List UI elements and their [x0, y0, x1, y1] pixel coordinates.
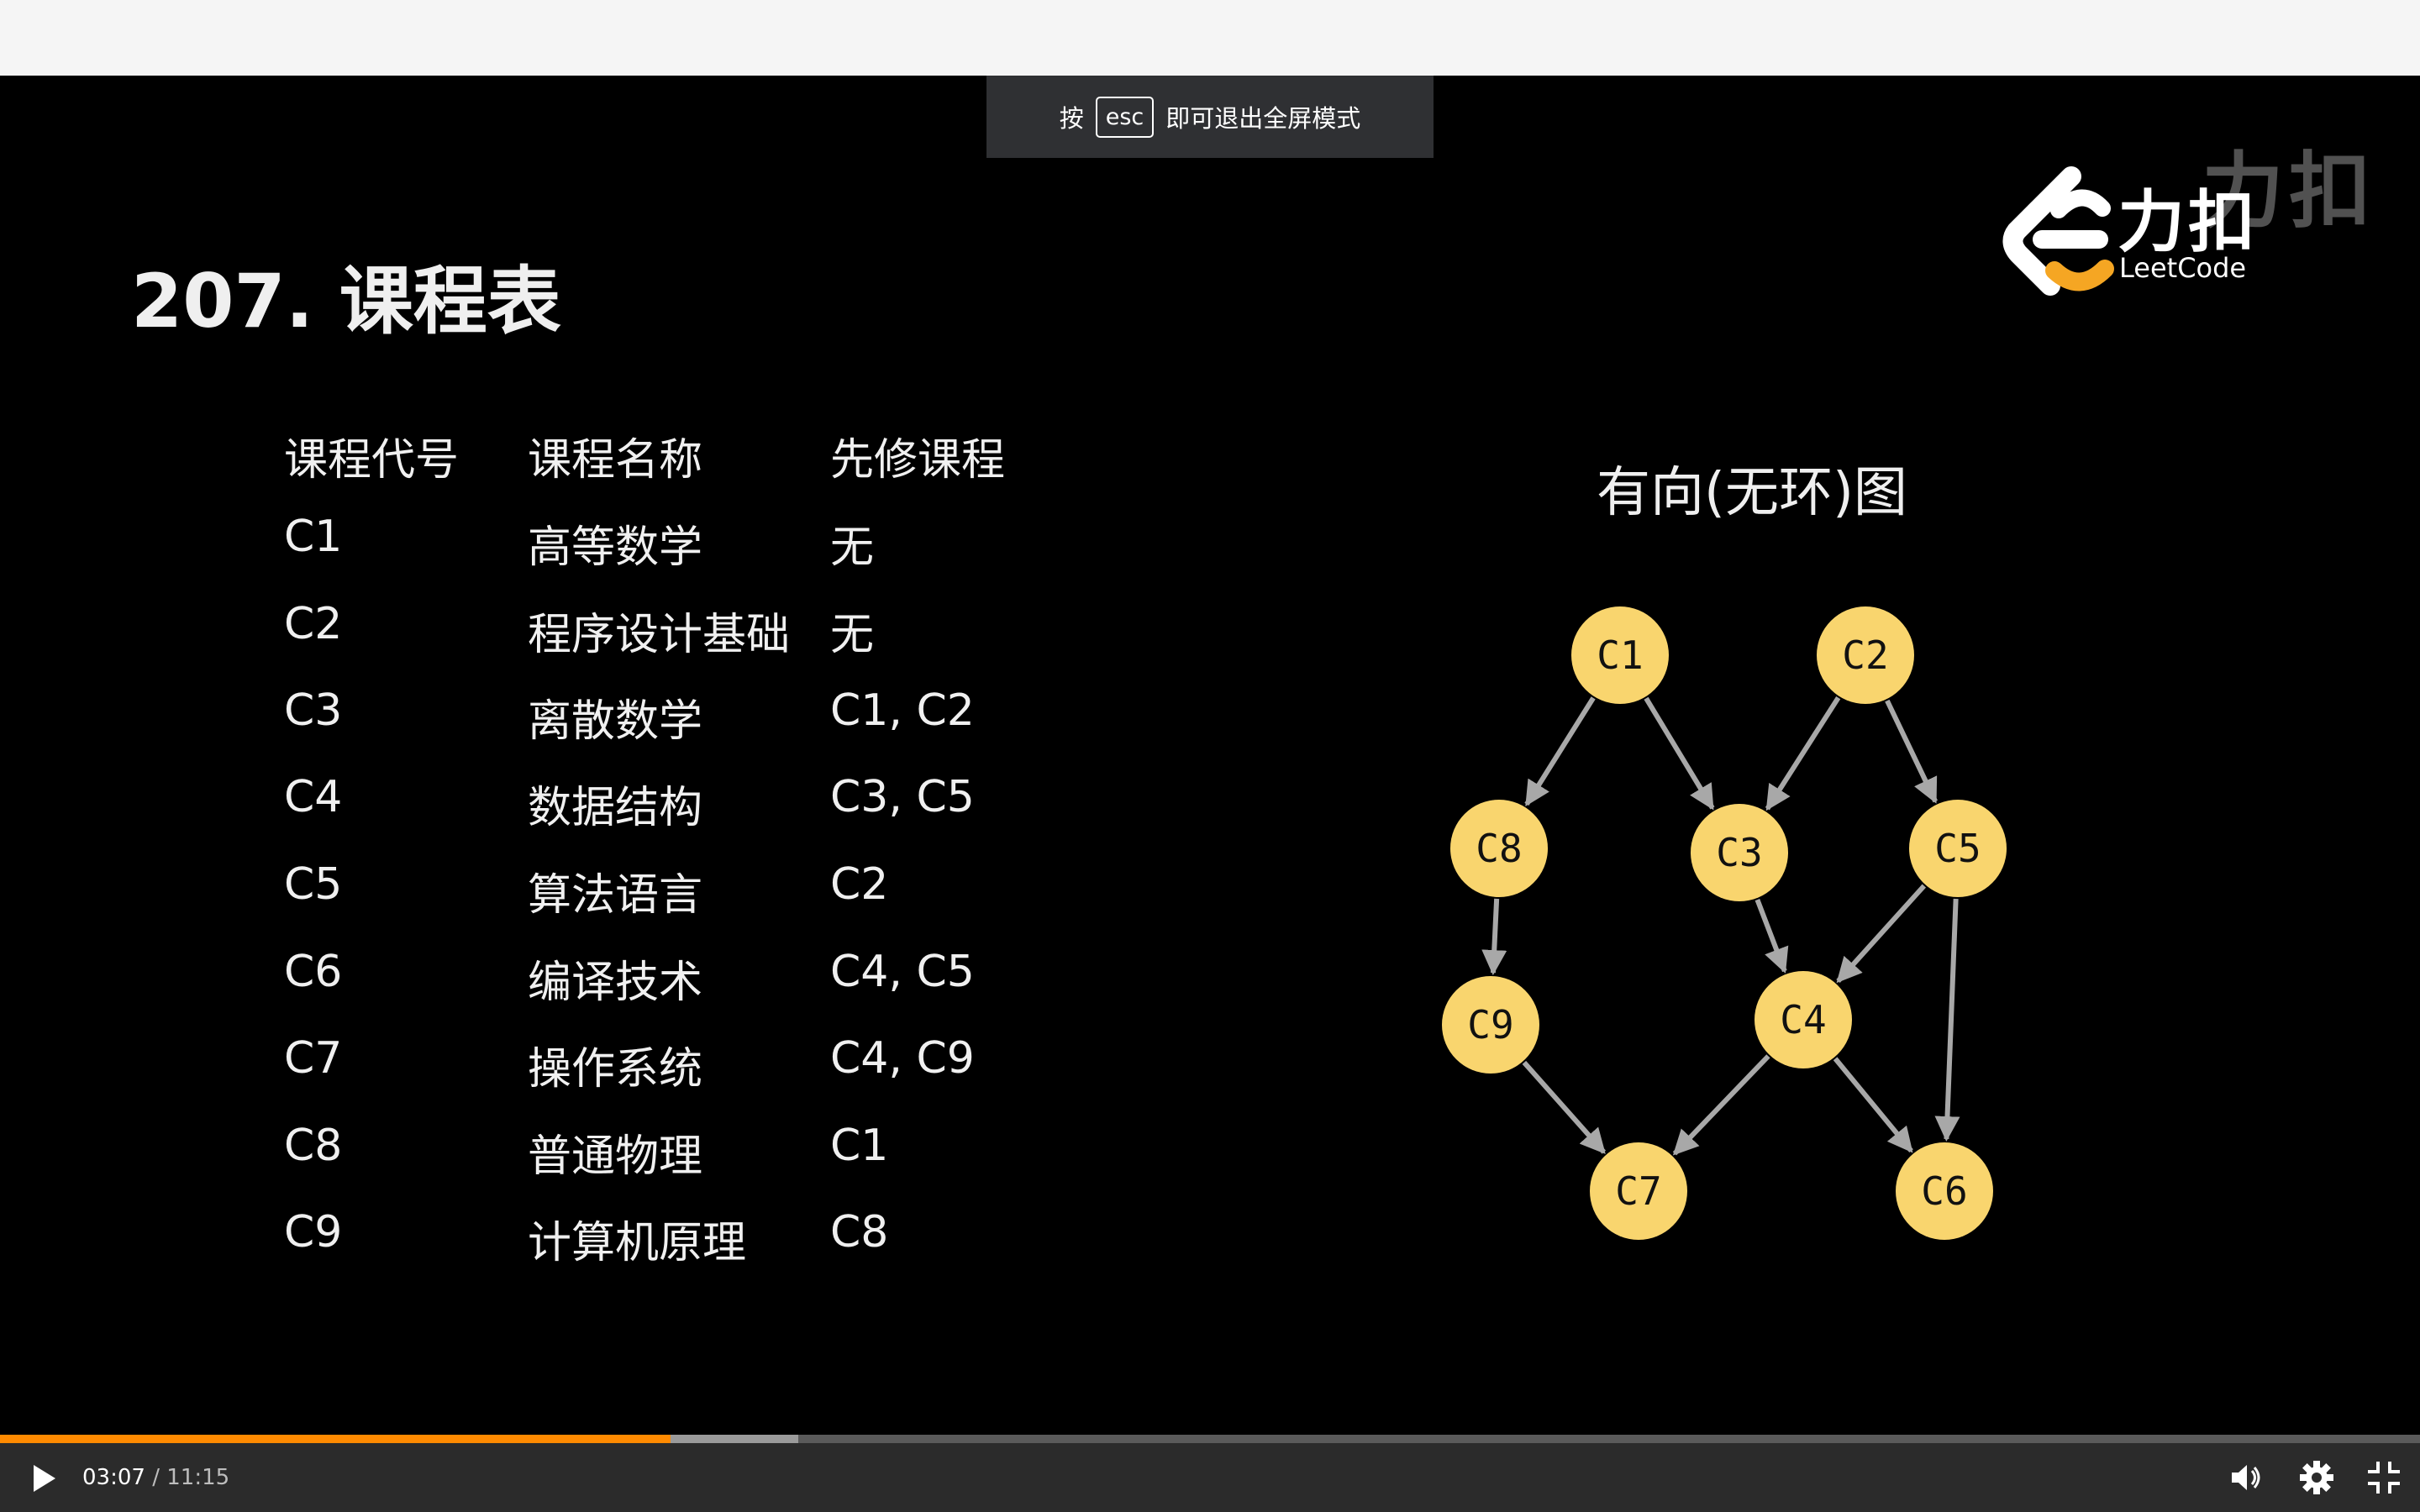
course-prereq: C1, C2: [830, 685, 975, 736]
edge-c2-c5: [1885, 699, 1938, 804]
edge-c9-c7: [1522, 1060, 1607, 1154]
course-code: C1: [284, 512, 343, 562]
course-name: 程序设计基础: [528, 610, 791, 660]
progress-bar[interactable]: [0, 1435, 2420, 1443]
esc-key-badge: esc: [1095, 96, 1155, 138]
slide-title: 207. 课程表: [131, 258, 561, 344]
fullscreen-notice: 按 esc 即可退出全屏模式: [986, 76, 1434, 158]
edge-c4-c7: [1672, 1054, 1770, 1156]
course-prereq: 无: [830, 610, 875, 660]
node-label: C7: [1615, 1168, 1661, 1214]
course-name: 普通物理: [528, 1131, 703, 1182]
course-prereq: C4, C5: [830, 947, 975, 997]
volume-icon[interactable]: [2227, 1458, 2265, 1497]
course-code: C6: [284, 947, 343, 997]
edge-c5-c6: [1934, 898, 1960, 1142]
course-prereq: C1: [830, 1121, 889, 1171]
edge-c2-c3: [1765, 696, 1841, 811]
node-label: C8: [1476, 826, 1522, 871]
notice-prefix: 按: [1059, 104, 1084, 133]
course-name: 编译技术: [528, 958, 703, 1008]
player-controls: 03:07 / 11:15: [0, 1443, 2420, 1512]
header-code: 课程代号: [284, 435, 460, 486]
course-code: C2: [284, 599, 343, 649]
header-prereq: 先修课程: [830, 435, 1006, 486]
course-name: 计算机原理: [528, 1218, 747, 1268]
edge-c4-c6: [1833, 1057, 1913, 1153]
course-name: 算法语言: [528, 870, 703, 921]
edge-c5-c4: [1836, 884, 1927, 984]
edge-c3-c4: [1754, 898, 1789, 974]
course-name: 高等数学: [528, 522, 703, 573]
logo-name-en: LeetCode: [2119, 252, 2247, 284]
current-time: 03:07: [82, 1465, 145, 1490]
course-prereq: C3, C5: [830, 772, 975, 822]
play-icon[interactable]: [25, 1460, 62, 1497]
notice-suffix: 即可退出全屏模式: [1165, 104, 1361, 133]
course-code: C8: [284, 1121, 343, 1171]
course-code: C7: [284, 1033, 343, 1084]
node-label: C5: [1934, 826, 1981, 871]
edge-c1-c3: [1644, 696, 1715, 811]
graph-title: 有向(无环)图: [1597, 462, 1907, 524]
course-prereq: 无: [830, 522, 875, 573]
course-code: C5: [284, 859, 343, 910]
node-label: C6: [1921, 1168, 1967, 1214]
exit-fullscreen-icon[interactable]: [2365, 1458, 2403, 1497]
node-label: C9: [1467, 1002, 1513, 1047]
edge-c1-c8: [1524, 696, 1596, 806]
total-time: 11:15: [166, 1465, 230, 1490]
course-prereq: C8: [830, 1207, 889, 1257]
dag-diagram: C1 C2 C8 C3 C5 C9 C4 C7 C6: [1442, 606, 2007, 1240]
course-code: C9: [284, 1207, 343, 1257]
course-name: 数据结构: [528, 783, 703, 833]
course-name: 操作系统: [528, 1044, 703, 1095]
course-code: C3: [284, 685, 343, 736]
node-label: C1: [1597, 633, 1643, 678]
course-name: 离散数学: [528, 696, 703, 747]
node-label: C3: [1716, 830, 1762, 875]
progress-played: [0, 1435, 671, 1443]
settings-icon[interactable]: [2297, 1458, 2336, 1497]
course-prereq: C4, C9: [830, 1033, 975, 1084]
time-display: 03:07 / 11:15: [82, 1465, 230, 1490]
course-prereq: C2: [830, 859, 889, 910]
browser-top-strip: [0, 0, 2420, 76]
logo-name-cn: 力扣: [2118, 183, 2259, 261]
node-label: C4: [1780, 997, 1826, 1042]
header-name: 课程名称: [528, 435, 703, 486]
edge-c8-c9: [1481, 898, 1507, 976]
course-code: C4: [284, 772, 343, 822]
node-label: C2: [1842, 633, 1888, 678]
